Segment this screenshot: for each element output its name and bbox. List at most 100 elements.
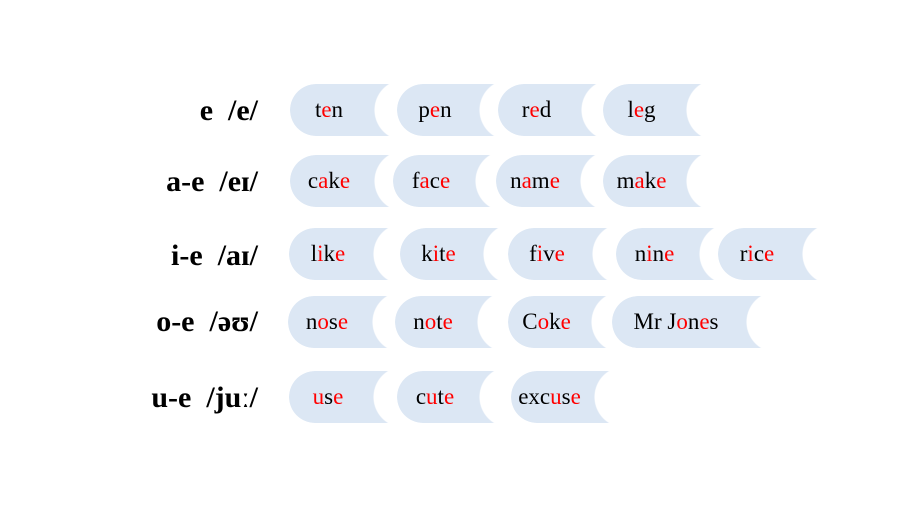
letters: n bbox=[413, 309, 425, 334]
letters: s bbox=[561, 384, 571, 409]
highlighted-letters: e bbox=[445, 241, 456, 266]
letters: n bbox=[652, 241, 665, 266]
word-card: note bbox=[395, 296, 493, 348]
letters: c bbox=[307, 168, 319, 193]
word-card: cute bbox=[397, 371, 495, 423]
letters: n bbox=[305, 309, 318, 334]
highlighted-letters: o bbox=[424, 309, 437, 334]
letters: C bbox=[522, 309, 538, 334]
letters: f bbox=[529, 241, 537, 266]
letters: n bbox=[510, 168, 522, 193]
word-text: red bbox=[498, 84, 575, 136]
highlighted-letters: o bbox=[537, 309, 550, 334]
letters: n bbox=[440, 97, 452, 122]
word-text: cute bbox=[397, 371, 473, 423]
word-text: pen bbox=[397, 84, 473, 136]
word-card: leg bbox=[603, 84, 702, 136]
letters: k bbox=[644, 168, 657, 193]
phoneme-label: u-e /juː/ bbox=[151, 381, 258, 414]
letters: Mr J bbox=[633, 309, 677, 334]
letters: s bbox=[328, 309, 338, 334]
letters: c bbox=[753, 241, 765, 266]
phoneme-label: o-e /əʊ/ bbox=[156, 305, 258, 338]
word-card: rice bbox=[718, 228, 818, 280]
word-text: face bbox=[393, 155, 469, 207]
letters: c bbox=[415, 384, 427, 409]
word-card: ten bbox=[290, 84, 390, 136]
word-card: red bbox=[498, 84, 597, 136]
phoneme-label: a-e /eɪ/ bbox=[166, 165, 258, 198]
highlighted-letters: e bbox=[442, 309, 453, 334]
letters: m bbox=[616, 168, 635, 193]
highlighted-letters: a bbox=[634, 168, 645, 193]
word-text: like bbox=[289, 228, 367, 280]
highlighted-letters: u bbox=[312, 384, 325, 409]
letters: exc bbox=[518, 384, 551, 409]
highlighted-letters: e bbox=[764, 241, 775, 266]
word-card: nine bbox=[616, 228, 715, 280]
word-card: five bbox=[508, 228, 608, 280]
letters: k bbox=[328, 168, 340, 193]
highlighted-letters: e bbox=[570, 384, 581, 409]
letters: v bbox=[543, 241, 555, 266]
letters: r bbox=[739, 241, 748, 266]
word-card: pen bbox=[397, 84, 495, 136]
phoneme-label: i-e /aɪ/ bbox=[171, 239, 258, 272]
word-text: leg bbox=[603, 84, 680, 136]
highlighted-letters: e bbox=[439, 168, 451, 193]
highlighted-letters: e bbox=[699, 309, 710, 334]
word-card: exc u s e bbox=[511, 371, 610, 423]
word-text: use bbox=[289, 371, 367, 423]
highlighted-letters: e bbox=[333, 384, 344, 409]
letters: n bbox=[634, 241, 647, 266]
highlighted-letters: o bbox=[317, 309, 329, 334]
word-card: kite bbox=[400, 228, 499, 280]
word-text: ten bbox=[290, 84, 368, 136]
highlighted-letters: a bbox=[419, 168, 430, 193]
letters: k bbox=[549, 309, 561, 334]
letters: k bbox=[421, 241, 433, 266]
word-card: cake bbox=[290, 155, 390, 207]
highlighted-letters: u bbox=[426, 384, 438, 409]
letters: n bbox=[687, 309, 700, 334]
word-text: note bbox=[395, 296, 471, 348]
highlighted-letters: e bbox=[560, 309, 571, 334]
word-card: name bbox=[496, 155, 596, 207]
letters: p bbox=[418, 97, 430, 122]
highlighted-letters: e bbox=[633, 97, 645, 122]
word-card: Mr Jones bbox=[612, 296, 762, 348]
letters: m bbox=[531, 168, 550, 193]
word-card: use bbox=[289, 371, 389, 423]
letters: s bbox=[709, 309, 719, 334]
word-text: kite bbox=[400, 228, 477, 280]
word-text: name bbox=[496, 155, 574, 207]
letters: c bbox=[429, 168, 440, 193]
highlighted-letters: e bbox=[549, 168, 560, 193]
highlighted-letters: a bbox=[521, 168, 532, 193]
highlighted-letters: e bbox=[335, 241, 346, 266]
highlighted-letters: a bbox=[318, 168, 329, 193]
letters: f bbox=[411, 168, 420, 193]
word-text: cake bbox=[290, 155, 368, 207]
word-text: nine bbox=[616, 228, 693, 280]
word-text: nose bbox=[288, 296, 366, 348]
highlighted-letters: e bbox=[664, 241, 675, 266]
highlighted-letters: o bbox=[676, 309, 688, 334]
highlighted-letters: e bbox=[443, 384, 455, 409]
highlighted-letters: e bbox=[554, 241, 565, 266]
letters: k bbox=[323, 241, 336, 266]
word-card: like bbox=[289, 228, 389, 280]
word-text: make bbox=[603, 155, 680, 207]
word-text: Coke bbox=[508, 296, 585, 348]
letters: g bbox=[644, 97, 656, 122]
highlighted-letters: e bbox=[321, 97, 332, 122]
word-text: rice bbox=[718, 228, 796, 280]
word-card: face bbox=[393, 155, 491, 207]
letters: s bbox=[324, 384, 334, 409]
highlighted-letters: e bbox=[529, 97, 540, 122]
highlighted-letters: e bbox=[339, 168, 351, 193]
letters: n bbox=[331, 97, 344, 122]
highlighted-letters: u bbox=[550, 384, 562, 409]
highlighted-letters: e bbox=[656, 168, 667, 193]
phoneme-label: e /e/ bbox=[199, 94, 258, 127]
